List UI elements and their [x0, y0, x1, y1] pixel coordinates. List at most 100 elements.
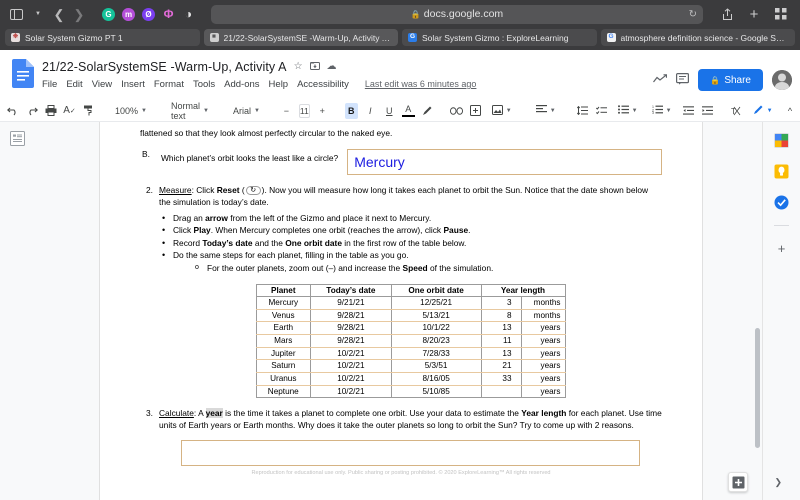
menu-view[interactable]: View [92, 79, 112, 90]
text-color-button[interactable]: A [401, 104, 415, 117]
redo-icon[interactable] [25, 103, 38, 119]
question-b-answer-box[interactable]: Mercury [347, 148, 662, 176]
explore-button[interactable] [728, 472, 748, 492]
share-button[interactable]: 🔒 Share [698, 69, 763, 91]
hide-menus-chevron-up-icon[interactable]: ^ [784, 103, 797, 119]
google-search-favicon: G [606, 33, 616, 42]
bold-button[interactable]: B [344, 102, 358, 119]
paragraph-style-control[interactable]: Normal text ▼ [167, 101, 213, 121]
browser-tab-1[interactable]: ■ 21/22-SolarSystemSE -Warm-Up, Activity… [203, 29, 398, 46]
sidebar-dropdown-icon[interactable]: ▼ [30, 5, 46, 23]
underline-button[interactable]: U [383, 103, 396, 119]
bulleted-list-control[interactable]: ▼ [614, 103, 642, 119]
scrollbar-thumb[interactable] [755, 328, 760, 448]
align-control[interactable]: ▼ [532, 103, 560, 119]
cell-one-orbit-date: 8/16/05 [390, 372, 482, 386]
checklist-icon[interactable] [595, 103, 608, 119]
share-up-icon[interactable] [719, 5, 735, 23]
cloud-saved-icon[interactable]: ☁ [327, 61, 337, 72]
editing-mode-control[interactable]: ▼ [749, 103, 777, 119]
star-icon[interactable]: ☆ [294, 61, 303, 72]
expand-rail-chevron-icon[interactable]: ❯ [774, 477, 782, 488]
google-calendar-icon[interactable] [774, 132, 790, 148]
adblock-extension-icon[interactable]: Ø [142, 7, 155, 21]
align-left-icon [535, 105, 547, 116]
table-row[interactable]: Earth 9/28/21 10/1/22 13 years [255, 321, 566, 336]
menu-insert[interactable]: Insert [121, 79, 145, 90]
kami-extension-icon[interactable]: Φ [162, 7, 175, 21]
vertical-scrollbar[interactable] [754, 122, 761, 500]
tab-overview-grid-icon[interactable] [773, 5, 789, 23]
document-title[interactable]: 21/22-SolarSystemSE -Warm-Up, Activity A [42, 60, 287, 74]
paint-format-icon[interactable] [82, 103, 95, 119]
side-panel-rail: + [762, 122, 800, 500]
measure-bullet-list: Drag an arrow from the left of the Gizmo… [159, 212, 662, 275]
user-avatar[interactable] [772, 70, 792, 90]
back-button[interactable]: ❮ [52, 5, 66, 23]
clear-formatting-icon[interactable]: T [730, 103, 743, 119]
move-to-folder-icon[interactable] [309, 61, 320, 73]
browser-tab-0[interactable]: ❉ Solar System Gizmo PT 1 [5, 29, 200, 46]
highlight-pen-icon[interactable] [421, 103, 434, 119]
activity-chart-icon[interactable] [653, 73, 668, 87]
zoom-control[interactable]: 100% ▼ [111, 103, 151, 119]
forward-button[interactable]: ❯ [72, 5, 86, 23]
table-row[interactable]: Uranus 10/2/21 8/16/05 33 years [255, 372, 566, 386]
list-item-2: 2. Measure: Click Reset (↻). Now you wil… [140, 185, 662, 399]
menu-accessibility[interactable]: Accessibility [297, 79, 349, 90]
sidebar-toggle-icon[interactable] [8, 5, 24, 23]
decrease-font-size-button[interactable]: − [280, 103, 293, 119]
menu-help[interactable]: Help [269, 79, 289, 90]
grammarly-extension-icon[interactable]: G [102, 7, 115, 21]
new-tab-plus-icon[interactable]: + [746, 5, 762, 23]
browser-tab-3[interactable]: G atmosphere definition science - Google… [600, 29, 795, 46]
italic-button[interactable]: I [364, 103, 377, 119]
google-docs-logo[interactable] [12, 59, 34, 88]
increase-font-size-button[interactable]: + [316, 103, 329, 119]
decrease-indent-icon[interactable] [682, 103, 695, 119]
address-bar[interactable]: 🔒 docs.google.com ↻ [211, 4, 703, 24]
google-tasks-icon[interactable] [774, 194, 790, 210]
table-row[interactable]: Neptune 10/2/21 5/10/85 years [255, 384, 566, 399]
table-row[interactable]: Venus 9/28/21 5/13/21 8 months [255, 308, 566, 323]
spellcheck-icon[interactable]: A ✓ [63, 103, 76, 119]
google-keep-icon[interactable] [774, 163, 790, 179]
menu-edit[interactable]: Edit [66, 79, 82, 90]
cell-year-length-value: 21 [480, 359, 522, 374]
table-row[interactable]: Mercury 9/21/21 12/25/21 3 months [255, 296, 566, 310]
table-row[interactable]: Jupiter 10/2/21 7/28/33 13 years [255, 346, 566, 361]
show-document-outline-icon[interactable] [9, 130, 26, 147]
cell-planet: Earth [255, 321, 312, 336]
menu-file[interactable]: File [42, 79, 57, 90]
print-icon[interactable] [44, 103, 57, 119]
table-row[interactable]: Saturn 10/2/21 5/3/51 21 years [255, 359, 566, 374]
add-comment-icon[interactable] [469, 103, 482, 119]
reload-icon[interactable]: ↻ [689, 9, 697, 20]
insert-image-control[interactable]: ▼ [488, 103, 516, 119]
bullet-text: Click [173, 225, 194, 236]
menu-add-ons[interactable]: Add-ons [224, 79, 259, 90]
undo-icon[interactable] [6, 103, 19, 119]
link-icon[interactable] [449, 103, 463, 119]
font-family-control[interactable]: Arial ▼ [229, 103, 264, 119]
table-row[interactable]: Mars 9/28/21 8/20/23 11 years [255, 334, 566, 348]
comment-icon[interactable] [676, 72, 690, 88]
page-scroll-area[interactable]: flattened so that they look almost perfe… [34, 122, 762, 500]
sub-bullet-text-2: of the simulation. [427, 262, 494, 273]
add-side-panel-plus-icon[interactable]: + [778, 241, 786, 256]
browser-tab-2[interactable]: G Solar System Gizmo : ExploreLearning [402, 29, 597, 46]
planet-orbit-table[interactable]: Planet Today’s date One orbit date Year … [255, 283, 566, 399]
menu-tools[interactable]: Tools [193, 79, 215, 90]
increase-indent-icon[interactable] [701, 103, 714, 119]
line-spacing-icon[interactable] [576, 103, 589, 119]
font-size-input[interactable]: 11 [298, 103, 310, 118]
menu-format[interactable]: Format [154, 79, 184, 90]
question-3-answer-box[interactable] [181, 440, 640, 467]
numbered-list-control[interactable]: 123 ▼ [648, 103, 676, 119]
last-edit-status[interactable]: Last edit was 6 minutes ago [365, 79, 477, 89]
chevron-down-icon: ▼ [549, 107, 556, 114]
document-page[interactable]: flattened so that they look almost perfe… [100, 122, 702, 500]
cell-planet: Jupiter [255, 346, 312, 361]
honey-extension-icon[interactable]: m [122, 7, 135, 21]
darkreader-extension-icon[interactable]: ◑ [182, 7, 195, 21]
